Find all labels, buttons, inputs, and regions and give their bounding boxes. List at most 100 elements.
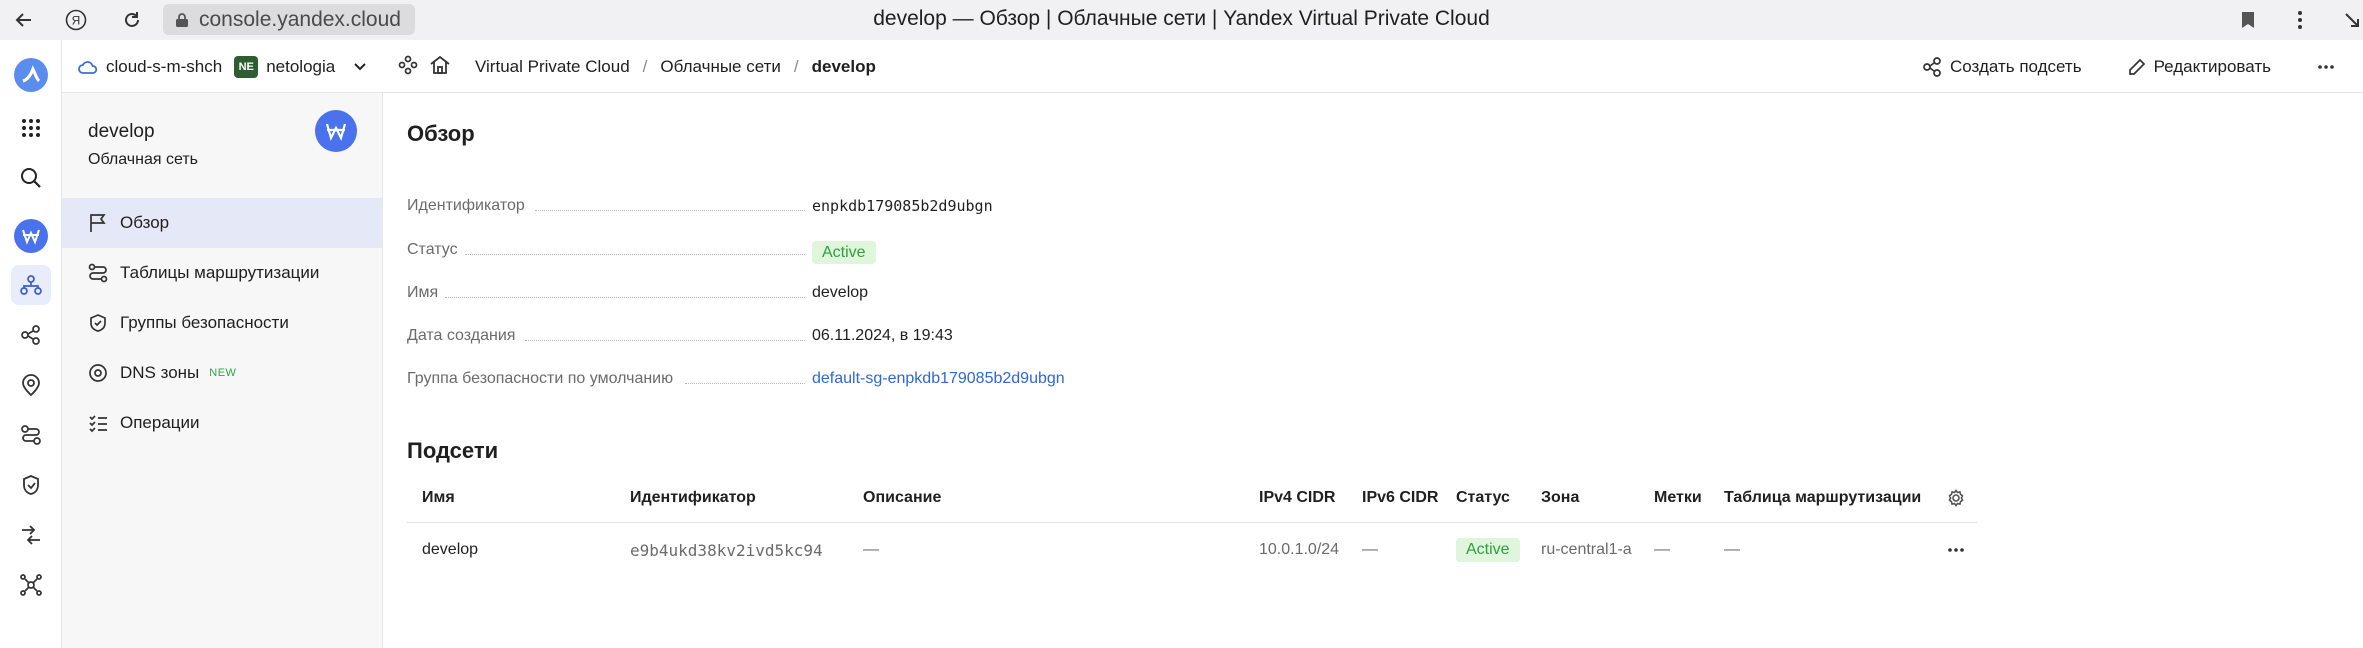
sidebar-item-operations[interactable]: Операции bbox=[62, 398, 382, 448]
vpc-avatar-icon bbox=[315, 110, 357, 152]
column-header-ipv6[interactable]: IPv6 CIDR bbox=[1362, 473, 1438, 523]
field-id: Идентификатор enpkdb179085b2d9ubgn bbox=[407, 191, 1107, 215]
downloads-icon[interactable] bbox=[2340, 8, 2363, 32]
new-badge: NEW bbox=[209, 367, 237, 379]
main-content: Обзор Идентификатор enpkdb179085b2d9ubgn… bbox=[383, 93, 2363, 648]
pencil-icon bbox=[2128, 58, 2145, 75]
browser-menu-icon[interactable] bbox=[2288, 8, 2312, 32]
browser-toolbar: Я console.yandex.cloud develop — Обзор |… bbox=[0, 0, 2363, 40]
svg-text:Я: Я bbox=[72, 14, 81, 28]
column-header-id[interactable]: Идентификатор bbox=[630, 473, 756, 523]
ip-addresses-icon[interactable] bbox=[11, 365, 51, 405]
back-arrow-icon[interactable] bbox=[12, 8, 36, 32]
field-label: Дата создания bbox=[407, 327, 516, 344]
column-header-ipv4[interactable]: IPv4 CIDR bbox=[1259, 473, 1335, 523]
vpc-service-icon[interactable] bbox=[11, 216, 51, 256]
gateways-icon[interactable] bbox=[11, 515, 51, 555]
home-icon[interactable] bbox=[429, 55, 451, 80]
url-text: console.yandex.cloud bbox=[199, 7, 401, 31]
more-actions-icon[interactable] bbox=[2317, 64, 2343, 70]
field-created: Дата создания 06.11.2024, в 19:43 bbox=[407, 321, 1107, 345]
breadcrumb-networks[interactable]: Облачные сети bbox=[660, 57, 781, 77]
status-badge: Active bbox=[812, 241, 876, 264]
tab-title: develop — Обзор | Облачные сети | Yandex… bbox=[873, 7, 1490, 30]
sidebar-item-label: Таблицы маршрутизации bbox=[120, 263, 320, 282]
network-sidepanel: develop Облачная сеть Обзор Таблицы марш… bbox=[62, 93, 383, 648]
operations-list-icon bbox=[89, 415, 107, 433]
subnet-description-cell: — bbox=[863, 541, 879, 558]
sidebar-item-security-groups[interactable]: Группы безопасности bbox=[62, 298, 382, 348]
sidebar-item-route-tables[interactable]: Таблицы маршрутизации bbox=[62, 248, 382, 298]
network-subtitle: Облачная сеть bbox=[88, 151, 198, 168]
default-sg-link[interactable]: default-sg-enpkdb179085b2d9ubgn bbox=[812, 370, 1065, 388]
field-default-sg: Группа безопасности по умолчанию default… bbox=[407, 364, 1107, 388]
column-header-description[interactable]: Описание bbox=[863, 473, 941, 523]
column-header-zone[interactable]: Зона bbox=[1541, 473, 1579, 523]
sidebar-item-dns-zones[interactable]: DNS зоны NEW bbox=[62, 348, 382, 398]
reload-icon[interactable] bbox=[120, 8, 144, 32]
field-name: Имя develop bbox=[407, 278, 1107, 302]
console-rail bbox=[0, 40, 62, 648]
network-title: develop bbox=[88, 121, 155, 142]
chevron-down-icon bbox=[354, 62, 366, 70]
sidebar-item-label: Операции bbox=[120, 413, 200, 432]
dotted-leader bbox=[465, 254, 805, 255]
table-settings-gear-icon[interactable] bbox=[1947, 473, 1965, 523]
route-tables-icon[interactable] bbox=[11, 415, 51, 455]
flag-icon bbox=[90, 214, 106, 232]
subnets-icon[interactable] bbox=[11, 315, 51, 355]
breadcrumb-vpc[interactable]: Virtual Private Cloud bbox=[475, 57, 630, 77]
field-label: Статус bbox=[407, 241, 458, 258]
cloud-networks-icon[interactable] bbox=[11, 265, 51, 305]
field-status: Статус Active bbox=[407, 235, 1107, 264]
subnet-id-cell: e9b4ukd38kv2ivd5kc94 bbox=[630, 540, 823, 560]
console-header: cloud-s-m-shch NE netologia Virtual Priv… bbox=[62, 40, 2363, 93]
subnet-ipv4-cell: 10.0.1.0/24 bbox=[1259, 541, 1340, 558]
created-date-value: 06.11.2024, в 19:43 bbox=[812, 327, 953, 344]
security-groups-icon[interactable] bbox=[11, 465, 51, 505]
dotted-leader bbox=[685, 383, 805, 384]
edit-button[interactable]: Редактировать bbox=[2128, 57, 2271, 77]
breadcrumb-separator: / bbox=[793, 56, 799, 76]
bookmark-icon[interactable] bbox=[2236, 8, 2260, 32]
dotted-leader bbox=[525, 340, 805, 341]
sidebar-item-label: Обзор bbox=[120, 213, 170, 232]
subnet-ipv6-cell: — bbox=[1362, 541, 1378, 558]
cloud-name: cloud-s-m-shch bbox=[106, 56, 223, 76]
yandex-cloud-logo-icon[interactable] bbox=[11, 55, 51, 95]
column-header-labels[interactable]: Метки bbox=[1654, 473, 1702, 523]
subnet-name-cell[interactable]: develop bbox=[422, 524, 478, 576]
create-subnet-button[interactable]: Создать подсеть bbox=[1922, 57, 2082, 77]
dns-icon bbox=[89, 364, 107, 382]
field-label: Группа безопасности по умолчанию bbox=[407, 370, 674, 387]
sidebar-item-label: Группы безопасности bbox=[120, 313, 289, 332]
services-grid-icon[interactable] bbox=[11, 108, 51, 148]
row-actions-icon[interactable] bbox=[1947, 524, 1965, 576]
breadcrumb-current: develop bbox=[811, 56, 876, 76]
address-bar[interactable]: console.yandex.cloud bbox=[163, 4, 415, 35]
network-name-value: develop bbox=[812, 284, 869, 301]
cloud-selector[interactable]: cloud-s-m-shch NE netologia bbox=[78, 40, 367, 93]
network-topology-icon[interactable] bbox=[11, 565, 51, 605]
table-header: Имя Идентификатор Описание IPv4 CIDR IPv… bbox=[407, 473, 1977, 523]
table-row[interactable]: develop e9b4ukd38kv2ivd5kc94 — 10.0.1.0/… bbox=[407, 524, 1977, 576]
create-subnet-label: Создать подсеть bbox=[1949, 56, 2082, 76]
subnet-status-badge: Active bbox=[1456, 538, 1520, 562]
subnet-labels-cell: — bbox=[1654, 541, 1670, 558]
org-name: netologia bbox=[266, 56, 336, 76]
column-header-route-table[interactable]: Таблица маршрутизации bbox=[1724, 473, 1921, 523]
route-icon bbox=[88, 263, 108, 283]
field-label: Идентификатор bbox=[407, 197, 525, 214]
search-icon[interactable] bbox=[11, 158, 51, 198]
subnet-icon bbox=[1923, 56, 1941, 77]
sidebar-item-overview[interactable]: Обзор bbox=[62, 198, 382, 248]
sidebar-item-label: DNS зоны bbox=[120, 363, 200, 382]
yandex-logo-icon[interactable]: Я bbox=[64, 8, 88, 32]
edit-label: Редактировать bbox=[2153, 56, 2271, 76]
shield-icon bbox=[90, 314, 106, 332]
cloud-icon bbox=[78, 60, 98, 74]
dotted-leader bbox=[535, 210, 805, 211]
services-tree-icon[interactable] bbox=[398, 55, 418, 80]
column-header-status[interactable]: Статус bbox=[1456, 473, 1510, 523]
column-header-name[interactable]: Имя bbox=[422, 473, 455, 523]
